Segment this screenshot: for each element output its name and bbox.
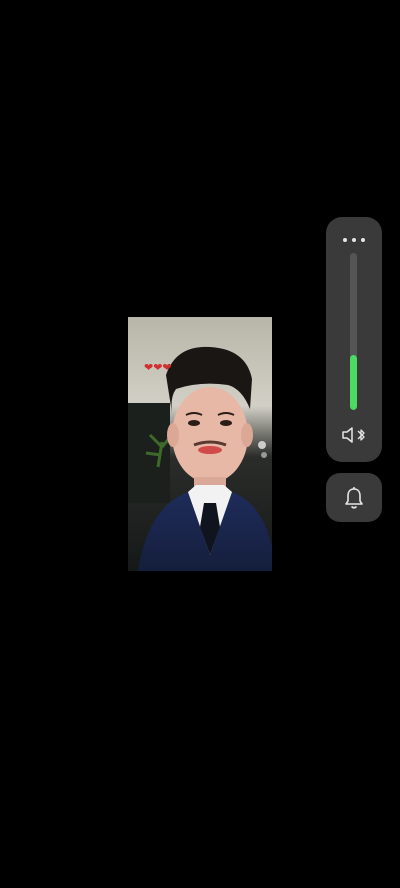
- speaker-bluetooth-button[interactable]: [338, 421, 370, 449]
- bell-icon: [345, 486, 363, 509]
- volume-panel: [326, 217, 382, 462]
- volume-slider[interactable]: [350, 253, 357, 410]
- selfie-photo: ❤❤❤: [128, 317, 272, 571]
- notification-mode-button[interactable]: [326, 473, 382, 522]
- heart-emoji-row: ❤❤❤: [144, 361, 172, 374]
- photo-image: ❤❤❤: [128, 317, 272, 571]
- svg-text:❤❤❤: ❤❤❤: [144, 361, 172, 374]
- speaker-bluetooth-icon: [342, 427, 365, 443]
- more-dots-icon[interactable]: [326, 233, 382, 247]
- volume-slider-fill: [350, 355, 357, 410]
